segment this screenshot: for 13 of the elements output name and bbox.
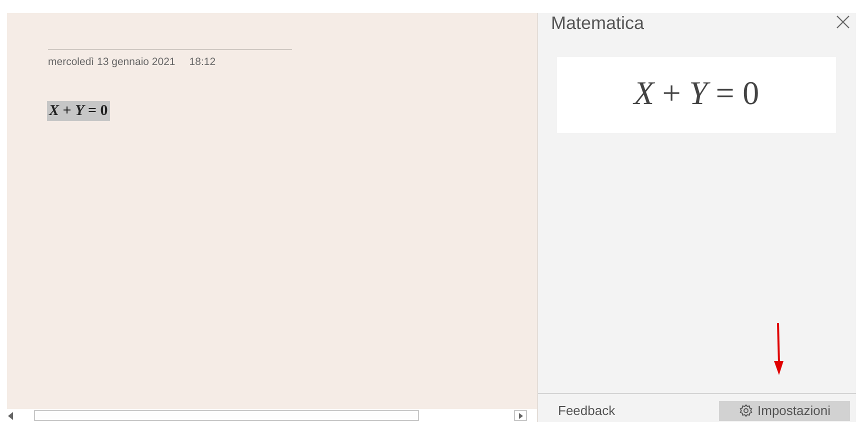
scroll-right-button[interactable] — [514, 410, 527, 421]
scroll-left-icon[interactable] — [8, 412, 14, 420]
arrow-annotation — [774, 323, 784, 375]
equation-text[interactable]: X + Y = 0 — [47, 100, 110, 121]
feedback-link[interactable]: Feedback — [558, 400, 616, 420]
note-time: 18:12 — [189, 55, 216, 70]
pane-title: Matematica — [551, 13, 644, 33]
gear-icon — [738, 404, 752, 418]
note-date: mercoledì 13 gennaio 2021 — [48, 55, 176, 70]
triangle-icon — [518, 412, 522, 418]
close-icon[interactable] — [836, 15, 850, 29]
settings-button[interactable]: Impostazioni — [719, 401, 850, 421]
equation-text: X + Y = 0 — [634, 75, 760, 114]
